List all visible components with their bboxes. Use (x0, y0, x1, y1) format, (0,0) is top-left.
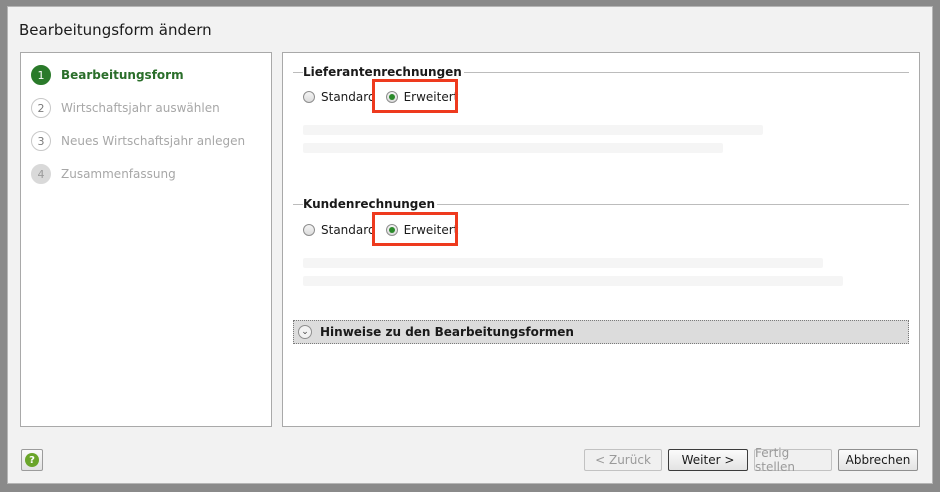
group-title-lieferanten: Lieferantenrechnungen (303, 65, 464, 79)
faint-text (303, 258, 823, 268)
radio-label: Standard (321, 223, 376, 237)
step-label: Bearbeitungsform (61, 68, 184, 82)
step-number: 1 (31, 65, 51, 85)
chevron-down-icon[interactable]: ⌄ (298, 325, 312, 339)
step-label: Zusammenfassung (61, 167, 176, 181)
radio-circle[interactable] (303, 224, 315, 236)
faint-text (303, 276, 843, 286)
step-label: Neues Wirtschaftsjahr anlegen (61, 134, 246, 148)
step-number: 2 (31, 98, 51, 118)
content-panel: Lieferantenrechnungen Standard Erweitert… (282, 52, 920, 427)
back-button[interactable]: < Zurück (584, 449, 662, 471)
wizard-step-1: 1 Bearbeitungsform (31, 65, 184, 85)
help-icon: ? (25, 453, 39, 467)
wizard-step-2: 2 Wirtschaftsjahr auswählen (31, 98, 220, 118)
wizard-step-3: 3 Neues Wirtschaftsjahr anlegen (31, 131, 245, 151)
step-number: 4 (31, 164, 51, 184)
hints-expander[interactable]: ⌄ Hinweise zu den Bearbeitungsformen (293, 320, 909, 344)
wizard-steps-panel: 1 Bearbeitungsform 2 Wirtschaftsjahr aus… (20, 52, 272, 427)
help-button[interactable]: ? (21, 449, 43, 471)
radio-lieferanten-standard[interactable]: Standard (303, 90, 376, 104)
finish-button[interactable]: Fertig stellen (754, 446, 832, 474)
dialog-window: Bearbeitungsform ändern 1 Bearbeitungsfo… (7, 6, 933, 484)
step-label: Wirtschaftsjahr auswählen (61, 101, 220, 115)
expander-label: Hinweise zu den Bearbeitungsformen (320, 325, 574, 339)
radio-circle[interactable] (303, 91, 315, 103)
faint-text (303, 125, 763, 135)
dialog-title: Bearbeitungsform ändern (19, 21, 212, 39)
group-title-kunden: Kundenrechnungen (303, 197, 438, 211)
faint-text (303, 143, 723, 153)
step-number: 3 (31, 131, 51, 151)
radio-label: Standard (321, 90, 376, 104)
cancel-button[interactable]: Abbrechen (838, 449, 918, 471)
radio-kunden-standard[interactable]: Standard (303, 223, 376, 237)
wizard-step-4: 4 Zusammenfassung (31, 164, 176, 184)
next-button[interactable]: Weiter > (668, 449, 748, 471)
highlight-box-kunden (372, 212, 458, 246)
highlight-box-lieferanten (372, 79, 458, 113)
